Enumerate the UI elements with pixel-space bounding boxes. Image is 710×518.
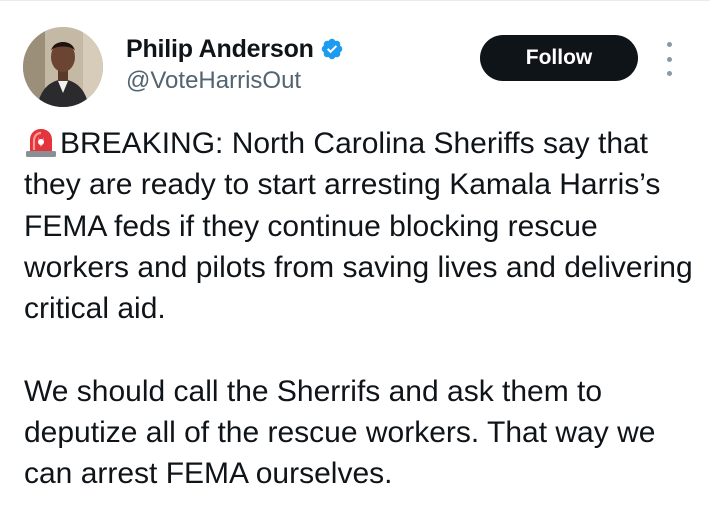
verified-badge-icon[interactable]: [320, 37, 344, 61]
more-options-icon[interactable]: [661, 42, 677, 76]
more-dot: [666, 56, 672, 62]
author-handle[interactable]: @VoteHarrisOut: [126, 67, 301, 95]
tweet-paragraph-1: BREAKING: North Carolina Sheriffs say th…: [24, 123, 700, 329]
police-siren-icon: [26, 129, 56, 157]
top-divider: [0, 0, 710, 1]
profile-photo: [23, 27, 103, 107]
avatar[interactable]: [23, 27, 103, 107]
more-dot: [666, 71, 672, 76]
follow-button[interactable]: Follow: [480, 35, 638, 81]
more-dot: [666, 42, 672, 47]
author-name-row: Philip Anderson: [126, 34, 344, 64]
tweet-text-1: BREAKING: North Carolina Sheriffs say th…: [24, 127, 693, 326]
author-name[interactable]: Philip Anderson: [126, 35, 314, 64]
tweet-body: BREAKING: North Carolina Sheriffs say th…: [24, 123, 700, 495]
tweet-paragraph-2: We should call the Sherrifs and ask them…: [24, 374, 656, 491]
